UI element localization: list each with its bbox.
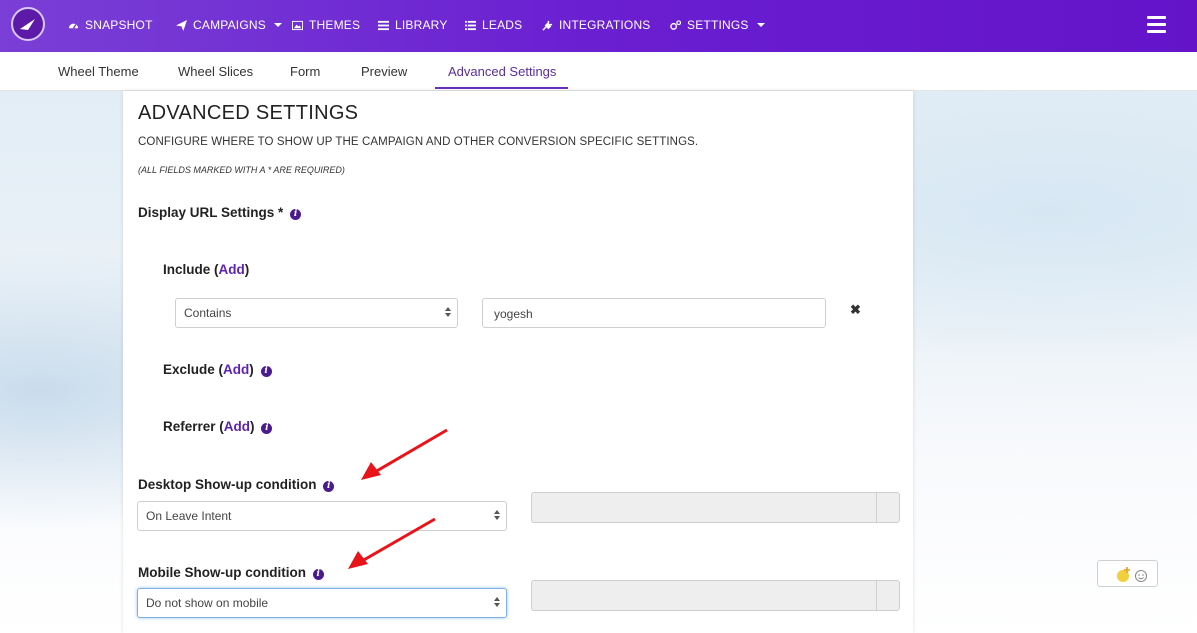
- include-label: Include: [163, 262, 211, 277]
- desktop-condition-select[interactable]: On Leave Intent: [137, 501, 507, 531]
- remove-rule-close-icon[interactable]: ✖: [850, 302, 861, 318]
- emoji-reaction-button[interactable]: [1097, 560, 1158, 587]
- chevron-down-icon: [273, 23, 282, 27]
- nav-themes[interactable]: THEMES: [292, 18, 360, 32]
- dashboard-icon: [68, 23, 79, 29]
- exclude-add-link[interactable]: Add: [223, 362, 249, 377]
- chevron-down-icon: [756, 23, 765, 27]
- app-logo[interactable]: [11, 7, 45, 41]
- annotation-arrow-mobile: [348, 517, 436, 569]
- tab-wheel-slices[interactable]: Wheel Slices: [178, 64, 253, 79]
- display-url-settings-label: Display URL Settings *: [138, 205, 284, 220]
- annotation-arrow-desktop: [361, 428, 448, 480]
- page-subtitle: CONFIGURE WHERE TO SHOW UP THE CAMPAIGN …: [138, 136, 699, 148]
- nav-snapshot[interactable]: SNAPSHOT: [68, 18, 153, 32]
- include-heading: Include (Add): [163, 262, 250, 277]
- nav-leads-label: LEADS: [482, 18, 523, 32]
- include-url-input[interactable]: yogesh: [482, 298, 826, 328]
- nav-leads[interactable]: LEADS: [465, 18, 522, 32]
- include-add-link[interactable]: Add: [219, 262, 245, 277]
- info-icon[interactable]: i: [312, 569, 324, 580]
- info-icon[interactable]: i: [261, 423, 273, 434]
- nav-themes-label: THEMES: [309, 18, 361, 32]
- desktop-condition-value-input: [531, 492, 900, 523]
- exclude-heading: Exclude (Add) i: [163, 362, 272, 377]
- info-icon[interactable]: i: [260, 366, 272, 377]
- desktop-condition-label: Desktop Show-up condition: [138, 477, 317, 492]
- desktop-condition-heading: Desktop Show-up condition i: [138, 477, 335, 492]
- info-icon[interactable]: i: [290, 209, 302, 220]
- list-icon: [465, 20, 476, 30]
- tab-wheel-theme[interactable]: Wheel Theme: [58, 64, 139, 79]
- tab-advanced-settings[interactable]: Advanced Settings: [448, 64, 556, 79]
- tab-preview[interactable]: Preview: [361, 64, 407, 79]
- editor-tabs: Wheel Theme Wheel Slices Form Preview Ad…: [0, 52, 1197, 91]
- nav-settings-label: SETTINGS: [687, 18, 749, 32]
- tab-form[interactable]: Form: [290, 64, 320, 79]
- mobile-condition-value: Do not show on mobile: [146, 596, 269, 610]
- cogs-icon: [670, 19, 681, 30]
- page-title: ADVANCED SETTINGS: [138, 102, 359, 124]
- nav-library-label: LIBRARY: [395, 18, 448, 32]
- desktop-condition-value: On Leave Intent: [146, 509, 232, 523]
- nav-settings[interactable]: SETTINGS: [670, 18, 765, 32]
- include-operator-value: Contains: [184, 306, 232, 320]
- referrer-label: Referrer: [163, 419, 216, 434]
- select-arrows-icon: [494, 597, 500, 607]
- nav-snapshot-label: SNAPSHOT: [85, 18, 153, 32]
- select-arrows-icon: [445, 307, 451, 317]
- nav-campaigns[interactable]: CAMPAIGNS: [176, 18, 282, 32]
- active-tab-indicator: [435, 87, 568, 89]
- hamburger-menu-icon[interactable]: [1147, 16, 1166, 34]
- top-navbar: SNAPSHOT CAMPAIGNS THEMES LIBRARY LEADS …: [0, 0, 1197, 52]
- image-icon: [292, 20, 303, 30]
- required-fields-note: (ALL FIELDS MARKED WITH A * ARE REQUIRED…: [138, 165, 345, 175]
- exclude-label: Exclude: [163, 362, 215, 377]
- include-operator-select[interactable]: Contains: [175, 298, 458, 328]
- mobile-condition-value-input: [531, 580, 900, 611]
- nav-integrations-label: INTEGRATIONS: [559, 18, 651, 32]
- mobile-condition-select[interactable]: Do not show on mobile: [137, 588, 507, 618]
- nav-campaigns-label: CAMPAIGNS: [193, 18, 266, 32]
- mobile-condition-heading: Mobile Show-up condition i: [138, 565, 324, 580]
- nav-library[interactable]: LIBRARY: [378, 18, 448, 32]
- paper-plane-icon: [176, 19, 187, 31]
- nav-integrations[interactable]: INTEGRATIONS: [542, 18, 651, 32]
- emoji-add-icon: [1117, 567, 1147, 582]
- input-addon: [876, 581, 899, 610]
- referrer-heading: Referrer (Add) i: [163, 419, 273, 434]
- plug-icon: [542, 20, 553, 31]
- library-icon: [378, 20, 389, 30]
- input-addon: [876, 493, 899, 522]
- info-icon[interactable]: i: [323, 481, 335, 492]
- referrer-add-link[interactable]: Add: [224, 419, 250, 434]
- display-url-settings-heading: Display URL Settings * i: [138, 205, 302, 220]
- mobile-condition-label: Mobile Show-up condition: [138, 565, 306, 580]
- select-arrows-icon: [494, 510, 500, 520]
- include-url-value: yogesh: [494, 307, 533, 321]
